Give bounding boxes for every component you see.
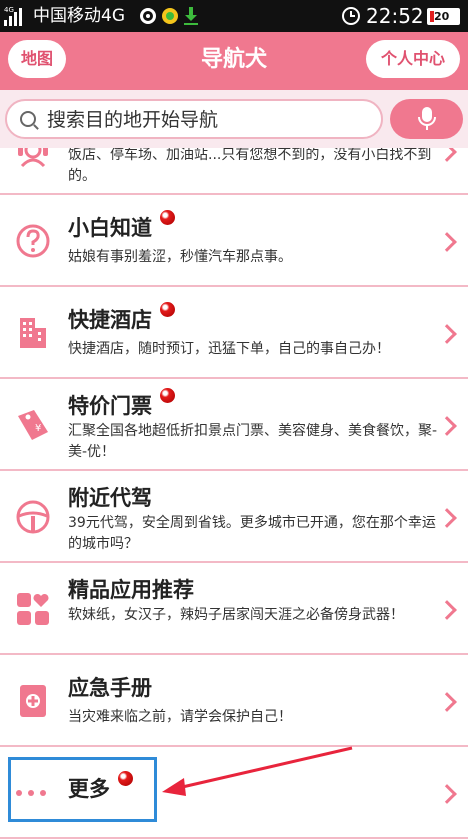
app-header: 地图 导航犬 个人中心 — [0, 32, 468, 90]
list-item-app-recommend[interactable]: 精品应用推荐 软妹纸，女汉子，辣妈子居家闯天涯之必备傍身武器！ — [0, 563, 468, 655]
search-input[interactable]: 搜索目的地开始导航 — [5, 99, 383, 139]
list-item-designated-driver[interactable]: 附近代驾 39元代驾，安全周到省钱。更多城市已开通，您在那个幸运的城市吗？ — [0, 471, 468, 563]
target-icon — [140, 8, 156, 24]
list-item-hotels[interactable]: 快捷酒店 快捷酒店，随时预订，迅猛下单，自己的事自己办！ — [0, 287, 468, 379]
search-placeholder: 搜索目的地开始导航 — [47, 109, 219, 131]
item-title-text: 特价门票 — [68, 394, 152, 418]
profile-button[interactable]: 个人中心 — [366, 40, 460, 78]
carrier-label: 中国移动4G — [33, 6, 125, 26]
microphone-icon — [418, 107, 436, 130]
chevron-right-icon — [437, 232, 457, 252]
hotel-icon — [20, 318, 46, 348]
svg-text:¥: ¥ — [35, 423, 41, 434]
first-aid-book-icon — [20, 685, 46, 717]
list-item-emergency-manual[interactable]: 应急手册 当灾难来临之前，请学会保护自己！ — [0, 655, 468, 747]
item-desc: 39元代驾，安全周到省钱。更多城市已开通，您在那个幸运的城市吗？ — [68, 515, 436, 552]
item-title: 特价门票 — [68, 388, 175, 420]
chevron-right-icon — [437, 692, 457, 712]
chevron-right-icon — [437, 508, 457, 528]
search-icon — [20, 111, 36, 127]
download-icon — [184, 7, 198, 25]
item-desc: 饭店、停车场、加油站...只有您想不到的，没有小白找不到的。 — [68, 148, 432, 184]
chevron-right-icon — [437, 784, 457, 804]
item-desc: 汇聚全国各地超低折扣景点门票、美容健身、美食餐饮，聚-美-优！ — [68, 423, 438, 460]
item-desc: 软妹纸，女汉子，辣妈子居家闯天涯之必备傍身武器！ — [68, 607, 404, 623]
new-badge-icon — [160, 302, 175, 317]
feature-list: 饭店、停车场、加油站...只有您想不到的，没有小白找不到的。 小白知道 姑娘有事… — [0, 148, 468, 839]
item-title: 小白知道 — [68, 210, 175, 242]
headset-icon — [18, 148, 48, 168]
list-item-discount-tickets[interactable]: ¥ 特价门票 汇聚全国各地超低折扣景点门票、美容健身、美食餐饮，聚-美-优！ — [0, 379, 468, 471]
item-title: 应急手册 — [68, 676, 152, 700]
apps-icon — [17, 593, 49, 625]
battery-icon: 20 — [427, 8, 460, 25]
list-item-nearby-search[interactable]: 饭店、停车场、加油站...只有您想不到的，没有小白找不到的。 — [0, 148, 468, 195]
item-title: 快捷酒店 — [68, 302, 175, 334]
new-badge-icon — [160, 210, 175, 225]
app-notification-icon — [162, 8, 178, 24]
ticket-icon: ¥ — [18, 410, 48, 440]
status-bar: 4G 中国移动4G 22:52 20 — [0, 0, 468, 32]
item-title: 附近代驾 — [68, 486, 152, 510]
chevron-right-icon — [437, 416, 457, 436]
clock-time: 22:52 — [366, 4, 424, 28]
item-desc: 快捷酒店，随时预订，迅猛下单，自己的事自己办！ — [68, 341, 390, 357]
chevron-right-icon — [437, 324, 457, 344]
question-icon — [16, 224, 50, 258]
signal-tag: 4G — [4, 6, 14, 14]
signal-icon: 4G — [4, 6, 30, 26]
steering-wheel-icon — [16, 500, 50, 534]
item-desc: 姑娘有事别羞涩，秒懂汽车那点事。 — [68, 249, 292, 265]
search-bar: 搜索目的地开始导航 — [0, 90, 468, 148]
chevron-right-icon — [437, 600, 457, 620]
item-desc: 当灾难来临之前，请学会保护自己！ — [68, 709, 292, 725]
voice-search-button[interactable] — [390, 99, 463, 139]
item-title: 精品应用推荐 — [68, 578, 194, 602]
item-title-text: 小白知道 — [68, 216, 152, 240]
item-title-text: 快捷酒店 — [68, 308, 152, 332]
chevron-right-icon — [437, 148, 457, 162]
list-item-xiaobai-knows[interactable]: 小白知道 姑娘有事别羞涩，秒懂汽车那点事。 — [0, 195, 468, 287]
alarm-icon — [342, 7, 360, 25]
new-badge-icon — [160, 388, 175, 403]
annotation-highlight-box — [8, 757, 157, 822]
battery-level: 20 — [434, 10, 450, 23]
